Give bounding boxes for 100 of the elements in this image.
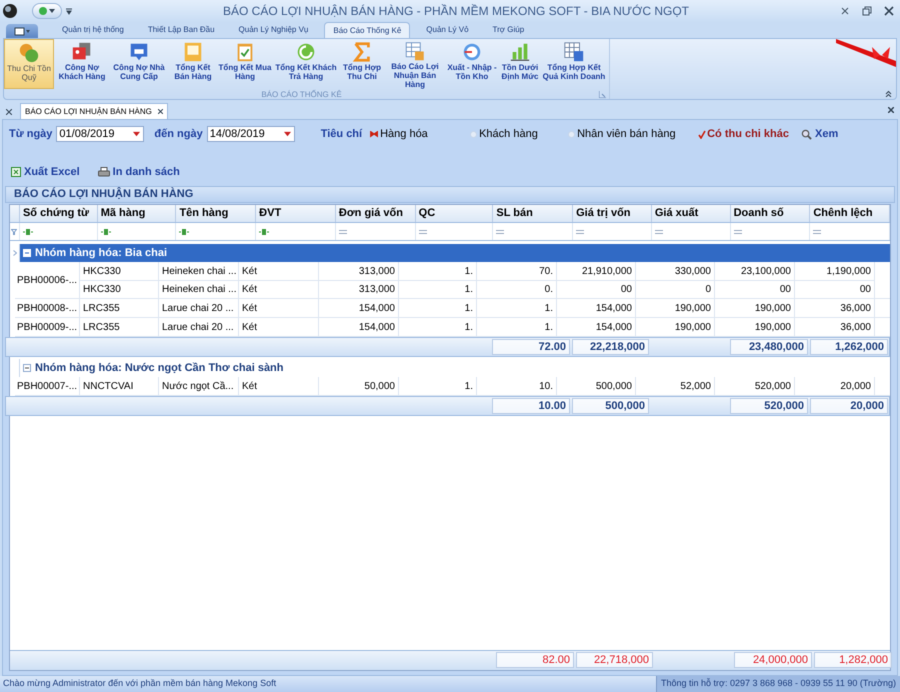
ribbon-button[interactable]: Tổng Hợp Kết Quả Kinh Doanh bbox=[542, 39, 606, 89]
total-cell: 1,282,000 bbox=[814, 652, 892, 668]
table-cell: 00 bbox=[715, 281, 795, 298]
group-row[interactable]: Nhóm hàng hóa: Bia chai bbox=[10, 244, 890, 262]
column-header[interactable]: Giá xuất bbox=[652, 205, 731, 222]
view-button[interactable]: Xem bbox=[801, 126, 838, 142]
radio-option[interactable]: Nhân viên bán hàng bbox=[568, 126, 688, 142]
criteria-label: Tiêu chí bbox=[320, 126, 362, 142]
table-cell: 190,000 bbox=[715, 299, 795, 317]
close-icon[interactable] bbox=[158, 109, 163, 114]
ribbon-button[interactable]: Công Nợ Khách Hàng bbox=[54, 39, 110, 89]
close-icon[interactable] bbox=[6, 109, 12, 115]
table-cell: Két bbox=[239, 281, 319, 298]
table-cell: PBH00009-... bbox=[15, 318, 80, 336]
from-date-field[interactable]: 01/08/2019 bbox=[56, 126, 144, 142]
close-icon[interactable] bbox=[884, 6, 894, 16]
checkbox[interactable]: Có thu chi khác bbox=[698, 126, 789, 142]
column-header[interactable]: Đơn giá vốn bbox=[336, 205, 416, 222]
table-cell: 1. bbox=[399, 318, 477, 336]
table-cell: 190,000 bbox=[636, 299, 715, 317]
collapse-ribbon-icon[interactable] bbox=[885, 90, 892, 97]
app-menu-button[interactable] bbox=[6, 24, 38, 38]
total-cell: 22,218,000 bbox=[572, 339, 649, 355]
customize-icon[interactable] bbox=[66, 7, 72, 15]
menu-tab[interactable]: Báo Cáo Thống Kê bbox=[324, 22, 410, 38]
menu-tab[interactable]: Quản Lý Vỏ bbox=[418, 22, 477, 38]
refresh-icon bbox=[295, 41, 317, 63]
ribbon-button[interactable]: Tổng Kết Khách Trả Hàng bbox=[272, 39, 340, 89]
total-cell: 82.00 bbox=[496, 652, 574, 668]
dropdown-icon[interactable] bbox=[132, 130, 142, 138]
table-cell: 1,190,000 bbox=[795, 262, 875, 280]
grid-sigma-icon bbox=[563, 41, 585, 63]
table-cell: Larue chai 20 ... bbox=[159, 299, 239, 317]
window-caret-icon bbox=[14, 26, 30, 36]
radio-option[interactable]: Khách hàng bbox=[470, 126, 568, 142]
ribbon-button[interactable]: Tổng Kết Bán Hàng bbox=[168, 39, 218, 89]
table-cell: 154,000 bbox=[557, 299, 636, 317]
ribbon-button[interactable]: Báo Cáo Lợi Nhuận Bán Hàng bbox=[384, 39, 446, 89]
table-cell: 21,910,000 bbox=[557, 262, 636, 280]
collapse-icon[interactable] bbox=[24, 250, 30, 256]
column-header[interactable]: Chênh lệch bbox=[810, 205, 890, 222]
table-cell: 0. bbox=[477, 281, 557, 298]
table-cell: 50,000 bbox=[319, 377, 399, 395]
table-cell: HKC330 bbox=[80, 281, 159, 298]
quick-access-button[interactable] bbox=[32, 3, 62, 19]
ribbon-button[interactable]: Tổng Kết Mua Hàng bbox=[218, 39, 272, 89]
table-cell: Heineken chai ... bbox=[159, 262, 239, 280]
document-tab[interactable]: BÁO CÁO LỢI NHUẬN BÁN HÀNG bbox=[20, 103, 168, 119]
ribbon-button[interactable]: Thu Chi Tồn Quỹ bbox=[4, 39, 54, 89]
status-message: Chào mừng Administrator đến với phần mềm bán hàng Mekong Soft bbox=[2, 677, 278, 690]
column-header[interactable]: Giá trị vốn bbox=[573, 205, 652, 222]
column-header[interactable]: SL bán bbox=[493, 205, 574, 222]
support-info: Thông tin hỗ trợ: 0297 3 868 968 - 0939 55 11 90 (Trường) bbox=[656, 676, 900, 692]
table-cell: 10. bbox=[477, 377, 557, 395]
table-cell: PBH00008-... bbox=[15, 299, 80, 317]
table-cell: HKC330 bbox=[80, 262, 159, 280]
table-cell: 154,000 bbox=[319, 318, 399, 336]
filter-icon[interactable] bbox=[11, 228, 18, 234]
column-header[interactable]: QC bbox=[416, 205, 494, 222]
table-cell: 330,000 bbox=[636, 262, 715, 280]
table-cell: 00 bbox=[795, 281, 875, 298]
to-date-field[interactable]: 14/08/2019 bbox=[206, 126, 295, 142]
table-cell: Nước ngọt Cầ... bbox=[159, 377, 239, 395]
coins-icon bbox=[18, 42, 40, 64]
table-cell: Heineken chai ... bbox=[159, 281, 239, 298]
minimize-icon[interactable] bbox=[840, 6, 850, 16]
table-cell: 1. bbox=[477, 299, 557, 317]
column-header[interactable]: Số chứng từ bbox=[20, 205, 98, 222]
export-excel-button[interactable]: Xuất Excel bbox=[9, 164, 80, 180]
print-list-button[interactable]: In danh sách bbox=[98, 164, 180, 180]
menu-tab[interactable]: Thiết Lập Ban Đầu bbox=[140, 22, 223, 38]
app-logo-icon[interactable] bbox=[2, 3, 18, 19]
table-cell: 36,000 bbox=[795, 318, 875, 336]
collapse-icon[interactable] bbox=[24, 365, 30, 371]
search-icon bbox=[801, 128, 812, 140]
table-cell: 190,000 bbox=[636, 318, 715, 336]
ribbon-button[interactable]: Xuất - Nhập - Tồn Kho bbox=[446, 39, 498, 89]
ribbon-button[interactable]: Tổng Hợp Thu Chi bbox=[340, 39, 384, 89]
total-cell: 500,000 bbox=[572, 398, 649, 414]
ribbon-button[interactable]: Tồn Dưới Định Mức bbox=[498, 39, 542, 89]
menu-tab[interactable]: Quản trị hệ thống bbox=[54, 22, 132, 38]
dropdown-icon[interactable] bbox=[282, 130, 292, 138]
table-cell: 1. bbox=[399, 377, 477, 395]
report-title: BÁO CÁO LỢI NHUẬN BÁN HÀNG bbox=[13, 186, 194, 202]
total-cell: 10.00 bbox=[492, 398, 570, 414]
group-row[interactable]: Nhóm hàng hóa: Nước ngọt Cần Thơ chai sành bbox=[10, 359, 890, 377]
ribbon-button[interactable]: Công Nợ Nhà Cung Cấp bbox=[110, 39, 168, 89]
radio-option[interactable]: Hàng hóa bbox=[370, 126, 470, 142]
column-header[interactable]: Doanh số bbox=[730, 205, 810, 222]
menu-tab[interactable]: Quản Lý Nghiệp Vụ bbox=[230, 22, 316, 38]
table-cell: 500,000 bbox=[557, 377, 636, 395]
restore-icon[interactable] bbox=[862, 6, 872, 16]
table-cell: PBH00007-... bbox=[15, 377, 80, 395]
column-header[interactable]: Tên hàng bbox=[176, 205, 256, 222]
excel-icon bbox=[11, 167, 21, 178]
table-cell: 1. bbox=[399, 281, 477, 298]
column-header[interactable]: ĐVT bbox=[256, 205, 336, 222]
column-header[interactable]: Mã hàng bbox=[98, 205, 176, 222]
menu-tab[interactable]: Trợ Giúp bbox=[484, 22, 532, 38]
close-icon[interactable] bbox=[888, 107, 894, 113]
